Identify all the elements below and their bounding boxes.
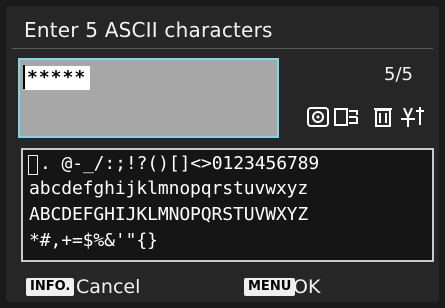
menu-button-badge[interactable]: MENU (244, 278, 296, 296)
title-bar: Enter 5 ASCII characters (12, 14, 433, 49)
text-entry-field[interactable]: ***** (18, 58, 279, 138)
camera-lcd-screen: Enter 5 ASCII characters ***** 5/5 . @-_… (0, 0, 445, 308)
palette-row-lowercase[interactable]: abcdefghijklmnopqrstuvwxyz (29, 179, 308, 199)
selected-key-cursor (28, 155, 38, 175)
entry-value: ***** (25, 66, 91, 90)
palette-row-extra-symbols[interactable]: *#,+=$%&'"{} (29, 231, 158, 251)
character-count: 5/5 (384, 64, 413, 85)
bottom-bar: INFO. Cancel MENU OK (6, 270, 439, 302)
text-cursor (23, 65, 25, 89)
palette-row-symbols[interactable]: . @-_/:;!?()[]<>0123456789 (40, 154, 319, 174)
main-dial-icon (334, 108, 358, 126)
character-palette[interactable]: . @-_/:;!?()[]<>0123456789 abcdefghijklm… (21, 148, 434, 262)
palette-row-uppercase[interactable]: ABCDEFGHIJKLMNOPQRSTUVWXYZ (29, 205, 308, 225)
cancel-label[interactable]: Cancel (76, 276, 140, 298)
rate-icon (401, 107, 424, 127)
ok-label[interactable]: OK (293, 276, 320, 298)
dialog-title: Enter 5 ASCII characters (24, 18, 273, 42)
quick-control-dial-icon (307, 107, 329, 127)
info-button-badge[interactable]: INFO. (26, 278, 75, 296)
